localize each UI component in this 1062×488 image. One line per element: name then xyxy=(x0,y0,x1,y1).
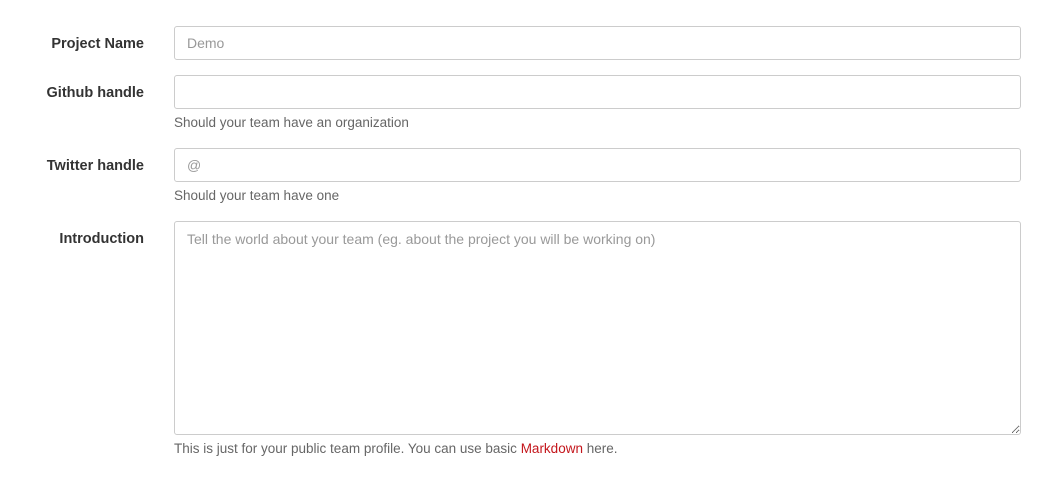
twitter-handle-input[interactable] xyxy=(174,148,1021,182)
introduction-textarea[interactable] xyxy=(174,221,1021,435)
team-profile-form: Project Name Github handle Should your t… xyxy=(0,0,1062,488)
github-handle-input[interactable] xyxy=(174,75,1021,109)
introduction-help: This is just for your public team profil… xyxy=(174,441,618,457)
github-handle-label: Github handle xyxy=(46,85,144,101)
github-handle-help: Should your team have an organization xyxy=(174,115,409,130)
project-name-input[interactable] xyxy=(174,26,1021,60)
introduction-label: Introduction xyxy=(59,231,144,247)
project-name-label: Project Name xyxy=(51,36,144,52)
introduction-help-suffix: here. xyxy=(582,441,618,456)
markdown-link[interactable]: Markdown xyxy=(521,441,583,456)
twitter-handle-label: Twitter handle xyxy=(46,158,144,174)
twitter-handle-help: Should your team have one xyxy=(174,188,340,203)
introduction-help-prefix: This is just for your public team profil… xyxy=(174,441,521,456)
